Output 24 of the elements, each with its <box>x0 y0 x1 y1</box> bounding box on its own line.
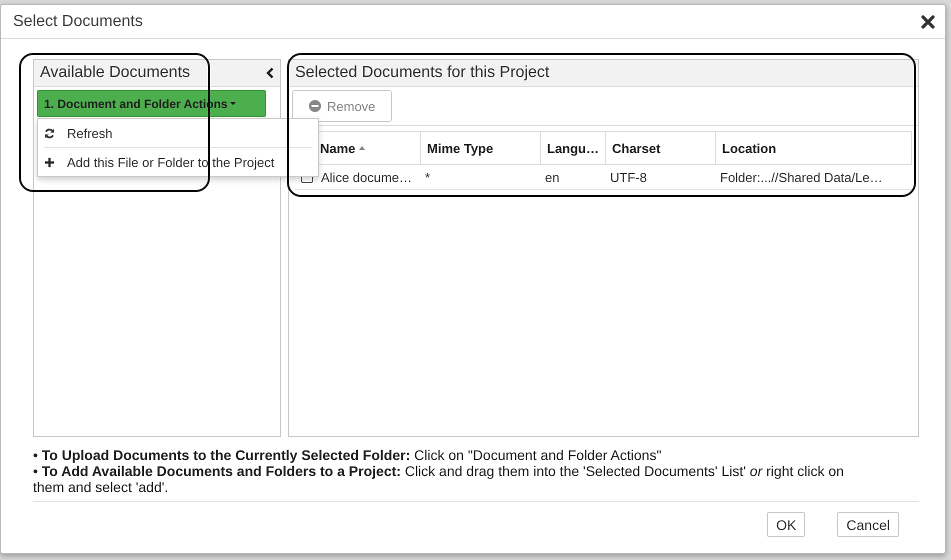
column-header[interactable]: Langu… <box>540 132 605 164</box>
menu-item[interactable]: Refresh <box>38 121 318 145</box>
refresh-icon <box>44 128 55 138</box>
column-header[interactable]: Mime Type <box>420 132 540 164</box>
cancel-button[interactable]: Cancel <box>837 512 899 537</box>
menu-item[interactable]: Add this File or Folder to the Project <box>38 150 318 174</box>
minus-circle-icon <box>309 100 321 112</box>
table-cell: en <box>545 170 560 184</box>
panel-title: Available Documents <box>40 64 190 82</box>
table-cell: UTF-8 <box>610 170 647 184</box>
table-cell: Alice docume… <box>321 170 412 184</box>
help-text: • To Add Available Documents and Folders to a Project: Click and drag them into the 'Selected Documents' List' or right click on them and select 'add'. <box>33 463 845 495</box>
caret-icon <box>230 102 236 105</box>
dialog-title: Select Documents <box>13 12 143 30</box>
plus-icon <box>44 156 55 168</box>
close-icon[interactable] <box>921 14 935 28</box>
table-cell: * <box>425 170 430 184</box>
help-text: • To Upload Documents to the Currently Selected Folder: Click on "Document and Folder Actions" <box>33 447 662 463</box>
column-header[interactable]: Location <box>715 132 911 164</box>
panel-title: Selected Documents for this Project <box>295 64 550 82</box>
column-header[interactable]: Charset <box>605 132 715 164</box>
ok-button[interactable]: OK <box>767 512 806 537</box>
table-cell: Folder:...//Shared Data/Le… <box>720 170 883 184</box>
collapse-icon[interactable] <box>266 67 274 79</box>
